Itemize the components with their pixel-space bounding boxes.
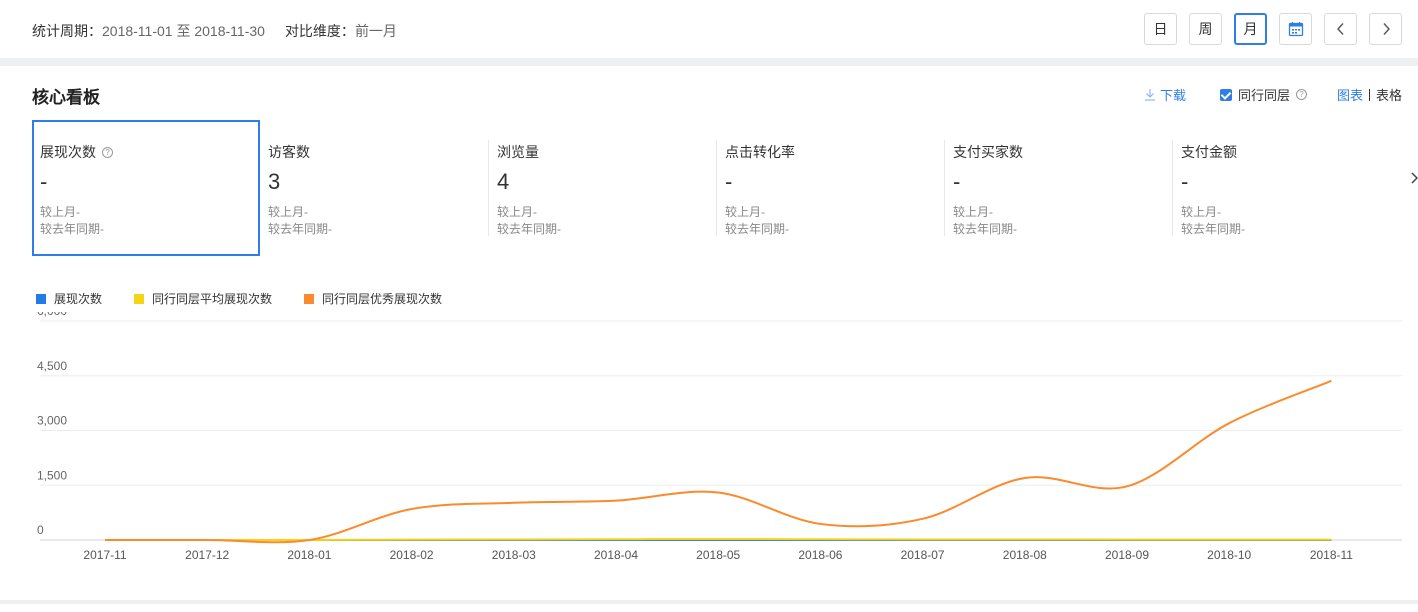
metric-value: 4 — [497, 169, 510, 194]
metric-vs-last-year: 较去年同期- — [725, 222, 789, 236]
metric-card-payment-amount[interactable]: 支付金额 - 较上月- 较去年同期- — [1173, 120, 1401, 256]
legend-swatch — [134, 293, 145, 304]
legend-item[interactable]: 同行同层平均展现次数 — [134, 290, 272, 307]
board-title: 核心看板 — [32, 88, 100, 107]
top-bar: 统计周期：2018-11-01 至 2018-11-30 对比维度：前一月 日 周… — [0, 0, 1418, 58]
period-buttons: 日 周 月 — [1144, 13, 1402, 45]
metric-name: 访客数 — [268, 144, 310, 160]
metric-vs-last-year: 较去年同期- — [497, 222, 561, 236]
metric-value: - — [953, 169, 961, 194]
next-period-button[interactable] — [1369, 13, 1402, 45]
view-divider — [1368, 88, 1370, 101]
metric-vs-last-year: 较去年同期- — [953, 222, 1017, 236]
y-tick-label: 3,000 — [37, 414, 67, 428]
metric-vs-last-month: 较上月- — [497, 205, 537, 219]
y-tick-label: 0 — [37, 523, 44, 537]
chevron-right-icon — [1382, 23, 1390, 35]
metric-vs-last-year: 较去年同期- — [1181, 222, 1245, 236]
checkbox-checked-icon — [1219, 88, 1232, 101]
peer-checkbox[interactable]: 同行同层 ? — [1219, 85, 1307, 104]
help-icon[interactable]: ? — [102, 146, 113, 158]
period-end: 2018-11-30 — [194, 23, 265, 39]
legend-label: 同行同层优秀展现次数 — [322, 292, 443, 306]
calendar-button[interactable] — [1279, 13, 1312, 45]
calendar-icon — [1288, 22, 1303, 37]
x-tick-label: 2018-02 — [390, 548, 434, 562]
chart-view-tab[interactable]: 图表 — [1337, 85, 1363, 104]
period-start: 2018-11-01 — [102, 23, 173, 39]
metric-card-pageviews[interactable]: 浏览量 4 较上月- 较去年同期- — [489, 120, 717, 256]
metric-value: 3 — [268, 169, 281, 194]
chevron-left-icon — [1336, 23, 1344, 35]
metric-value: - — [40, 169, 48, 194]
x-tick-label: 2018-01 — [287, 548, 331, 562]
previous-period-button[interactable] — [1324, 13, 1357, 45]
metric-vs-last-month: 较上月- — [725, 205, 765, 219]
x-tick-label: 2018-03 — [492, 548, 536, 562]
x-tick-label: 2018-10 — [1207, 548, 1251, 562]
series-line-peer-excellent — [105, 379, 1332, 544]
metric-card-impressions[interactable]: 展现次数? - 较上月- 较去年同期- — [32, 120, 260, 256]
x-tick-label: 2018-09 — [1105, 548, 1149, 562]
metric-vs-last-month: 较上月- — [268, 205, 308, 219]
x-tick-label: 2018-05 — [696, 548, 740, 562]
legend-label: 同行同层平均展现次数 — [152, 292, 273, 306]
series-line-peer-average — [105, 538, 1332, 542]
x-tick-label: 2017-11 — [83, 548, 126, 562]
metric-vs-last-year: 较去年同期- — [40, 222, 104, 236]
metric-vs-last-month: 较上月- — [1181, 205, 1221, 219]
metric-name: 浏览量 — [497, 144, 539, 160]
metric-vs-last-year: 较去年同期- — [268, 222, 332, 236]
download-icon — [1144, 89, 1155, 101]
metric-name: 展现次数 — [40, 144, 96, 160]
day-button[interactable]: 日 — [1144, 13, 1177, 45]
compare-value: 前一月 — [354, 23, 397, 39]
download-label: 下载 — [1159, 88, 1186, 103]
legend-item[interactable]: 展现次数 — [36, 290, 102, 307]
core-board: 核心看板 下载 同行同层 ? 图表 表格 展现次数? - 较上月- 较去年同期-… — [0, 66, 1418, 600]
week-button[interactable]: 周 — [1189, 13, 1222, 45]
metric-card-visitors[interactable]: 访客数 3 较上月- 较去年同期- — [260, 120, 488, 256]
line-chart: 0 1,500 3,000 4,500 6,000 2017-11 2017-12 2018-… — [37, 312, 1402, 562]
metric-name: 支付买家数 — [953, 144, 1023, 160]
period-info: 统计周期：2018-11-01 至 2018-11-30 对比维度：前一月 — [32, 21, 397, 41]
bottom-panel-edge — [0, 604, 1418, 612]
y-tick-label: 1,500 — [37, 468, 67, 482]
metric-card-conversion-rate[interactable]: 点击转化率 - 较上月- 较去年同期- — [717, 120, 945, 256]
metrics-next-arrow-icon[interactable] — [1408, 170, 1418, 186]
x-tick-label: 2017-12 — [185, 548, 229, 562]
compare-label: 对比维度： — [284, 23, 355, 39]
table-view-tab[interactable]: 表格 — [1376, 85, 1402, 104]
metric-value: - — [725, 169, 733, 194]
x-tick-label: 2018-04 — [594, 548, 638, 562]
metric-name: 点击转化率 — [725, 144, 795, 160]
legend-swatch — [304, 293, 315, 304]
period-separator: 至 — [176, 23, 191, 39]
x-tick-label: 2018-06 — [798, 548, 842, 562]
peer-label: 同行同层 — [1237, 88, 1290, 103]
legend-item[interactable]: 同行同层优秀展现次数 — [304, 290, 442, 307]
chart-legend: 展现次数 同行同层平均展现次数 同行同层优秀展现次数 — [36, 290, 442, 307]
legend-label: 展现次数 — [54, 292, 103, 306]
month-button[interactable]: 月 — [1234, 13, 1267, 45]
board-tools: 下载 同行同层 ? 图表 表格 — [1144, 85, 1402, 104]
y-tick-label: 6,000 — [37, 312, 67, 318]
metric-card-paying-buyers[interactable]: 支付买家数 - 较上月- 较去年同期- — [945, 120, 1173, 256]
metric-value: - — [1181, 169, 1189, 194]
x-tick-label: 2018-11 — [1310, 548, 1353, 562]
view-switch: 图表 表格 — [1337, 85, 1402, 104]
help-icon[interactable]: ? — [1295, 89, 1307, 100]
metric-vs-last-month: 较上月- — [40, 205, 80, 219]
period-label: 统计周期： — [32, 23, 102, 39]
x-tick-label: 2018-08 — [1003, 548, 1047, 562]
x-tick-label: 2018-07 — [901, 548, 945, 562]
y-tick-label: 4,500 — [37, 359, 67, 373]
download-button[interactable]: 下载 — [1144, 85, 1186, 104]
metric-vs-last-month: 较上月- — [953, 205, 993, 219]
metric-name: 支付金额 — [1181, 144, 1237, 160]
legend-swatch — [36, 293, 46, 304]
